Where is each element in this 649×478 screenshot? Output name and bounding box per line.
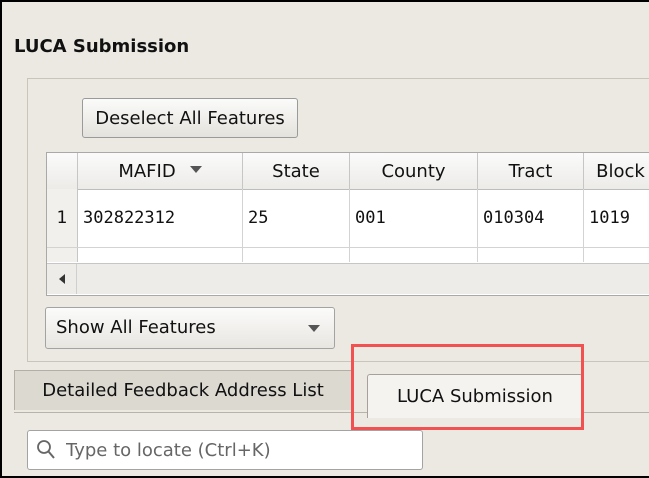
locator-search-box[interactable] — [27, 430, 423, 470]
tab-label: Detailed Feedback Address List — [42, 380, 324, 401]
column-header-mafid[interactable]: MAFID — [78, 153, 243, 189]
column-header-county[interactable]: County — [350, 153, 478, 189]
cell-empty — [243, 248, 350, 262]
column-header-tract[interactable]: Tract — [478, 153, 584, 189]
column-header-state[interactable]: State — [243, 153, 350, 189]
cell-block[interactable]: 1019 — [584, 189, 649, 247]
column-header-label: Block — [596, 160, 645, 182]
row-index-header — [47, 153, 78, 189]
sort-descending-icon — [189, 165, 202, 173]
highlight-annotation — [351, 344, 584, 430]
features-table[interactable]: MAFID State County Tract Block 1 3028223… — [46, 152, 649, 296]
column-header-label: MAFID — [118, 160, 176, 182]
scroll-left-button[interactable] — [47, 264, 77, 294]
row-index[interactable]: 1 — [47, 189, 78, 247]
search-input[interactable] — [62, 431, 420, 469]
window-frame: LUCA Submission Deselect All Features MA… — [0, 0, 649, 478]
feature-filter-combo[interactable]: Show All Features — [45, 307, 335, 349]
table-header: MAFID State County Tract Block — [47, 153, 649, 190]
combo-selected-value: Show All Features — [56, 317, 216, 338]
cell-county[interactable]: 001 — [350, 189, 478, 247]
cell-tract[interactable]: 010304 — [478, 189, 584, 247]
table-row[interactable]: 1 302822312 25 001 010304 1019 — [47, 189, 649, 248]
column-header-label: County — [381, 160, 446, 182]
table-row-partial — [47, 248, 649, 262]
tab-detailed-feedback-address-list[interactable]: Detailed Feedback Address List — [14, 370, 352, 410]
column-header-label: State — [272, 160, 320, 182]
row-index — [47, 248, 78, 262]
cell-mafid[interactable]: 302822312 — [78, 189, 243, 247]
chevron-down-icon — [308, 325, 320, 332]
column-header-label: Tract — [508, 160, 553, 182]
column-header-block[interactable]: Block — [584, 153, 649, 189]
cell-empty — [478, 248, 584, 262]
cell-empty — [78, 248, 243, 262]
cell-state[interactable]: 25 — [243, 189, 350, 247]
cell-empty — [350, 248, 478, 262]
horizontal-scrollbar[interactable] — [47, 263, 649, 294]
deselect-all-features-button[interactable]: Deselect All Features — [82, 98, 298, 138]
panel-title: LUCA Submission — [14, 36, 190, 57]
arrow-left-icon — [58, 274, 65, 284]
search-icon — [37, 440, 55, 459]
